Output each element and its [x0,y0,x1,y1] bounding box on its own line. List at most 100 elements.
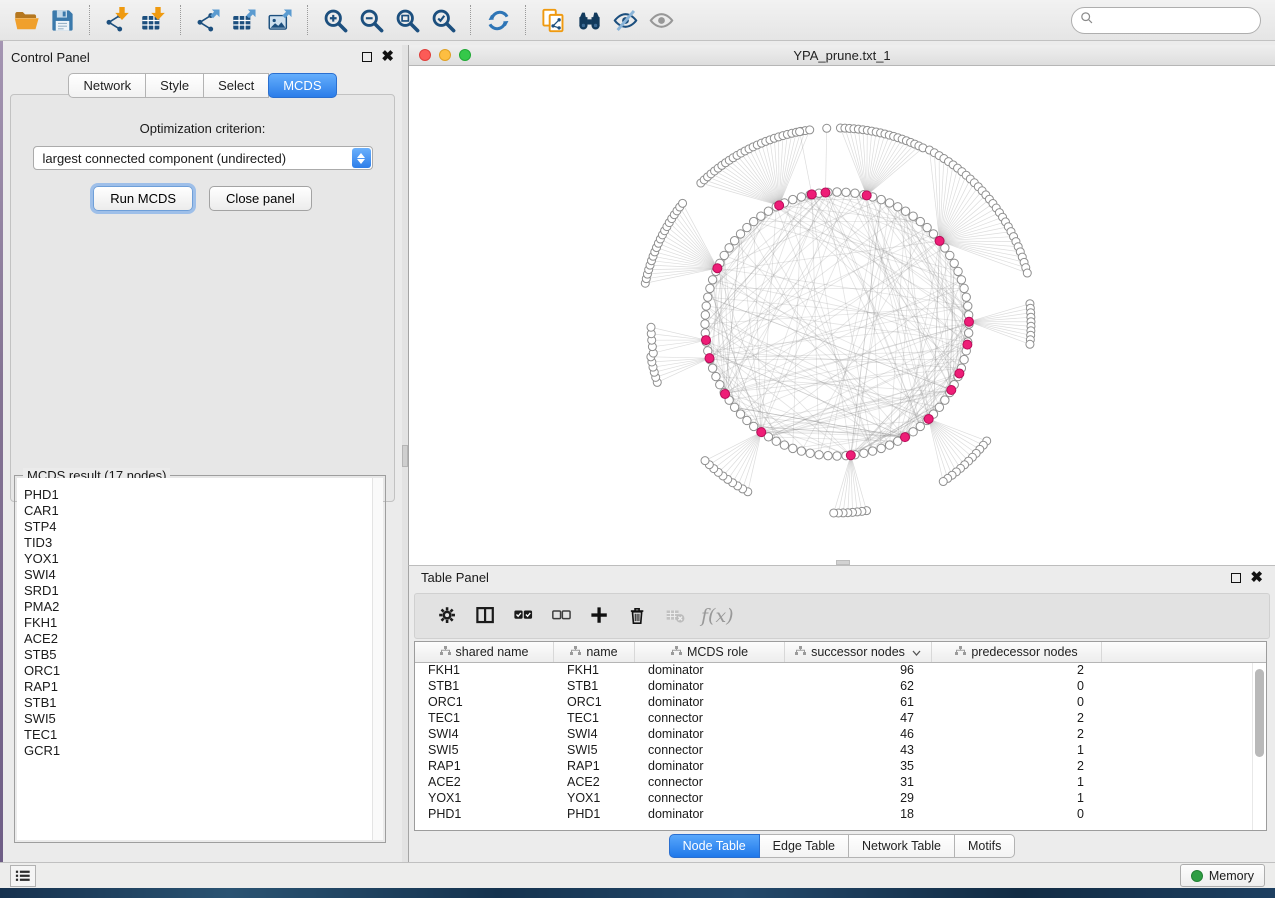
dominator-node[interactable] [701,336,710,345]
network-node[interactable] [797,193,805,201]
network-node[interactable] [701,457,709,465]
table-row[interactable]: YOX1YOX1connector291 [415,791,1266,807]
mcds-result-item[interactable]: STP4 [24,519,383,535]
import-network-icon[interactable] [99,3,135,37]
search-network-icon[interactable] [571,3,607,37]
network-node[interactable] [702,302,710,310]
mcds-result-item[interactable]: STB5 [24,647,383,663]
cell-predecessor-nodes[interactable]: 2 [932,663,1102,679]
network-node[interactable] [796,128,804,136]
split-panel-icon[interactable] [469,599,503,633]
network-node[interactable] [877,195,885,203]
network-node[interactable] [806,126,814,134]
cell-successor-nodes[interactable]: 61 [785,695,932,711]
mcds-result-list[interactable]: PHD1CAR1STP4TID3YOX1SWI4SRD1PMA2FKH1ACE2… [17,478,383,840]
zoom-out-icon[interactable] [353,3,389,37]
network-node[interactable] [824,451,832,459]
table-row[interactable]: TEC1TEC1connector472 [415,711,1266,727]
cell-successor-nodes[interactable]: 62 [785,679,932,695]
cell-predecessor-nodes[interactable]: 2 [932,727,1102,743]
mcds-result-item[interactable]: TID3 [24,535,383,551]
cell-name[interactable]: PHD1 [554,807,635,823]
cell-MCDS-role[interactable]: connector [635,791,785,807]
cell-shared-name[interactable]: SWI5 [415,743,554,759]
network-node[interactable] [704,293,712,301]
dominator-node[interactable] [757,428,766,437]
mcds-list-scrollbar[interactable] [372,478,383,840]
column-header-predecessor-nodes[interactable]: predecessor nodes [932,642,1102,662]
dominator-node[interactable] [924,414,933,423]
table-row[interactable]: SWI4SWI4dominator462 [415,727,1266,743]
cell-name[interactable]: FKH1 [554,663,635,679]
mcds-result-item[interactable]: RAP1 [24,679,383,695]
cell-predecessor-nodes[interactable]: 0 [932,807,1102,823]
network-node[interactable] [923,223,931,231]
network-node[interactable] [916,422,924,430]
network-node[interactable] [909,212,917,220]
network-node[interactable] [725,244,733,252]
column-header-name[interactable]: name [554,642,635,662]
network-node[interactable] [679,199,687,207]
cell-shared-name[interactable]: PHD1 [415,807,554,823]
run-mcds-button[interactable]: Run MCDS [93,186,193,211]
network-node[interactable] [833,452,841,460]
network-node[interactable] [1023,269,1031,277]
network-node[interactable] [797,447,805,455]
cell-shared-name[interactable]: ORC1 [415,695,554,711]
mcds-result-item[interactable]: PMA2 [24,599,383,615]
tab-edge-table[interactable]: Edge Table [760,834,849,858]
cell-MCDS-role[interactable]: dominator [635,663,785,679]
mcds-result-item[interactable]: ACE2 [24,631,383,647]
clone-network-icon[interactable] [535,3,571,37]
network-node[interactable] [823,124,831,132]
network-node[interactable] [960,355,968,363]
network-node[interactable] [736,230,744,238]
network-node[interactable] [708,364,716,372]
network-node[interactable] [706,284,714,292]
cell-shared-name[interactable]: ACE2 [415,775,554,791]
mcds-result-item[interactable]: YOX1 [24,551,383,567]
cell-name[interactable]: ORC1 [554,695,635,711]
dominator-node[interactable] [713,264,722,273]
cell-successor-nodes[interactable]: 18 [785,807,932,823]
cell-shared-name[interactable]: TEC1 [415,711,554,727]
network-node[interactable] [743,223,751,231]
cell-successor-nodes[interactable]: 35 [785,759,932,775]
network-node[interactable] [743,416,751,424]
network-node[interactable] [885,199,893,207]
export-image-icon[interactable] [262,3,298,37]
dominator-node[interactable] [947,386,956,395]
delete-column-icon[interactable] [621,599,655,633]
cell-name[interactable]: TEC1 [554,711,635,727]
network-node[interactable] [789,444,797,452]
column-header-shared-name[interactable]: shared name [415,642,554,662]
network-node[interactable] [1026,340,1034,348]
network-node[interactable] [894,203,902,211]
tab-style[interactable]: Style [146,73,204,98]
network-node[interactable] [749,217,757,225]
cell-predecessor-nodes[interactable]: 1 [932,743,1102,759]
zoom-fit-icon[interactable] [389,3,425,37]
mcds-result-item[interactable]: SWI5 [24,711,383,727]
dominator-node[interactable] [821,188,830,197]
tab-node-table[interactable]: Node Table [669,834,760,858]
cell-shared-name[interactable]: FKH1 [415,663,554,679]
cell-successor-nodes[interactable]: 31 [785,775,932,791]
network-node[interactable] [954,267,962,275]
network-node[interactable] [780,441,788,449]
cell-name[interactable]: STB1 [554,679,635,695]
close-table-panel-icon[interactable]: ✖ [1250,573,1263,583]
cell-MCDS-role[interactable]: dominator [635,807,785,823]
cell-predecessor-nodes[interactable]: 1 [932,791,1102,807]
tab-network[interactable]: Network [68,73,146,98]
network-node[interactable] [868,447,876,455]
network-node[interactable] [701,320,709,328]
table-settings-icon[interactable] [431,599,465,633]
mcds-result-item[interactable]: GCR1 [24,743,383,759]
dominator-node[interactable] [705,354,714,363]
task-history-button[interactable] [10,865,36,887]
export-table-icon[interactable] [226,3,262,37]
table-row[interactable]: FKH1FKH1dominator962 [415,663,1266,679]
column-header-MCDS-role[interactable]: MCDS role [635,642,785,662]
table-row[interactable]: PHD1PHD1dominator180 [415,807,1266,823]
